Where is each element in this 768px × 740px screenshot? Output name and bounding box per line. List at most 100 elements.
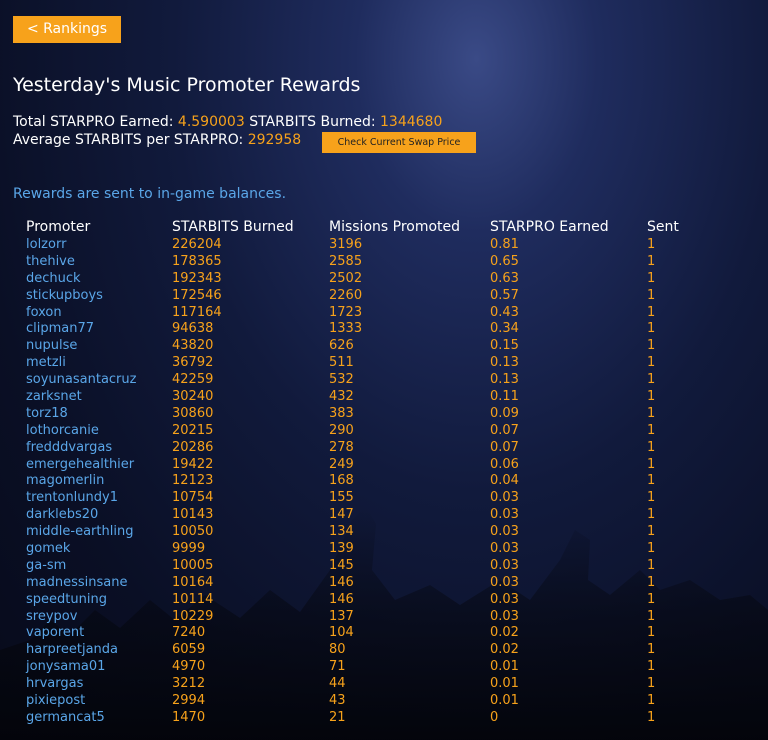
promoter-name[interactable]: vaporent (26, 625, 84, 642)
sent-cell: 1 (647, 422, 656, 438)
column-header-missions-promoted: Missions Promoted (329, 219, 461, 235)
table-row: foxon 117164 1723 0.43 1 (0, 305, 768, 322)
starbits-burned-cell: 10005 (172, 557, 214, 573)
promoter-name[interactable]: torz18 (26, 406, 68, 423)
promoter-name[interactable]: middle-earthling (26, 524, 133, 541)
sent-cell: 1 (647, 693, 656, 709)
missions-promoted-cell: 71 (329, 659, 346, 675)
table-row: pixiepost 2994 43 0.01 1 (0, 693, 768, 710)
promoter-name[interactable]: fredddvargas (26, 440, 112, 457)
sent-cell: 1 (647, 237, 656, 252)
table-row: darklebs20 10143 147 0.03 1 (0, 507, 768, 524)
promoter-name[interactable]: pixiepost (26, 693, 85, 710)
table-row: hrvargas 3212 44 0.01 1 (0, 676, 768, 693)
sent-cell: 1 (647, 557, 656, 573)
average-starbits-label: Average STARBITS per STARPRO: (13, 132, 244, 148)
starpro-earned-cell: 0.09 (490, 405, 519, 421)
table-row: lolzorr 226204 3196 0.81 1 (0, 237, 768, 254)
missions-promoted-cell: 2502 (329, 270, 363, 286)
starbits-burned-cell: 1470 (172, 709, 206, 725)
table-row: speedtuning 10114 146 0.03 1 (0, 592, 768, 609)
sent-cell: 1 (647, 676, 656, 692)
table-row: gomek 9999 139 0.03 1 (0, 541, 768, 558)
sent-cell: 1 (647, 405, 656, 421)
table-row: clipman77 94638 1333 0.34 1 (0, 321, 768, 338)
starbits-burned-cell: 3212 (172, 676, 206, 692)
promoter-name[interactable]: harpreetjanda (26, 642, 118, 659)
sent-cell: 1 (647, 473, 656, 489)
missions-promoted-cell: 290 (329, 422, 354, 438)
promoter-name[interactable]: trentonlundy1 (26, 490, 118, 507)
column-header-sent: Sent (647, 219, 679, 235)
promoter-name[interactable]: soyunasantacruz (26, 372, 136, 389)
promoter-name[interactable]: speedtuning (26, 592, 107, 609)
starpro-earned-cell: 0.81 (490, 237, 519, 252)
promoter-name[interactable]: hrvargas (26, 676, 83, 693)
promoter-name[interactable]: magomerlin (26, 473, 104, 490)
starpro-earned-cell: 0.57 (490, 287, 519, 303)
starpro-earned-cell: 0.06 (490, 456, 519, 472)
starpro-earned-cell: 0.02 (490, 642, 519, 658)
sent-cell: 1 (647, 659, 656, 675)
promoter-name[interactable]: nupulse (26, 338, 77, 355)
missions-promoted-cell: 104 (329, 625, 354, 641)
promoter-name[interactable]: emergehealthier (26, 457, 134, 474)
starbits-burned-cell: 4970 (172, 659, 206, 675)
starpro-earned-cell: 0.65 (490, 253, 519, 269)
starpro-earned-cell: 0.01 (490, 676, 519, 692)
missions-promoted-cell: 3196 (329, 237, 363, 252)
starbits-burned-value: 1344680 (380, 114, 443, 130)
total-starpro-value: 4.590003 (177, 114, 245, 130)
promoter-name[interactable]: stickupboys (26, 288, 103, 305)
promoter-name[interactable]: zarksnet (26, 389, 82, 406)
table-row: germancat5 1470 21 0 1 (0, 710, 768, 727)
sent-cell: 1 (647, 490, 656, 506)
sent-cell: 1 (647, 287, 656, 303)
starbits-burned-cell: 20215 (172, 422, 214, 438)
promoter-name[interactable]: clipman77 (26, 321, 94, 338)
starbits-burned-cell: 43820 (172, 338, 214, 354)
promoter-name[interactable]: madnessinsane (26, 575, 128, 592)
promoter-name[interactable]: foxon (26, 305, 62, 322)
rewards-table-body: lolzorr 226204 3196 0.81 1 thehive 178365 2585 0… (0, 237, 768, 727)
starpro-earned-cell: 0.07 (490, 422, 519, 438)
starbits-burned-cell: 36792 (172, 355, 214, 371)
missions-promoted-cell: 168 (329, 473, 354, 489)
starbits-burned-cell: 172546 (172, 287, 222, 303)
missions-promoted-cell: 511 (329, 355, 354, 371)
starpro-earned-cell: 0.43 (490, 304, 519, 320)
column-header-starpro-earned: STARPRO Earned (490, 219, 609, 235)
sent-cell: 1 (647, 524, 656, 540)
promoter-name[interactable]: gomek (26, 541, 70, 558)
promoter-name[interactable]: ga-sm (26, 558, 66, 575)
promoter-name[interactable]: germancat5 (26, 710, 105, 727)
page-title: Yesterday's Music Promoter Rewards (13, 74, 361, 96)
check-swap-price-button[interactable]: Check Current Swap Price (322, 132, 476, 153)
promoter-name[interactable]: metzli (26, 355, 66, 372)
sent-cell: 1 (647, 591, 656, 607)
table-row: lothorcanie 20215 290 0.07 1 (0, 423, 768, 440)
sent-cell: 1 (647, 253, 656, 269)
table-row: harpreetjanda 6059 80 0.02 1 (0, 642, 768, 659)
back-to-rankings-button[interactable]: < Rankings (13, 16, 121, 43)
starbits-burned-cell: 10229 (172, 608, 214, 624)
promoter-name[interactable]: lolzorr (26, 237, 66, 254)
promoter-name[interactable]: lothorcanie (26, 423, 99, 440)
starpro-earned-cell: 0.11 (490, 389, 519, 405)
promoter-name[interactable]: sreypov (26, 609, 77, 626)
starpro-earned-cell: 0.04 (490, 473, 519, 489)
starpro-earned-cell: 0.15 (490, 338, 519, 354)
missions-promoted-cell: 383 (329, 405, 354, 421)
missions-promoted-cell: 134 (329, 524, 354, 540)
starpro-earned-cell: 0.03 (490, 507, 519, 523)
promoter-name[interactable]: dechuck (26, 271, 81, 288)
starpro-earned-cell: 0.34 (490, 321, 519, 337)
promoter-name[interactable]: thehive (26, 254, 75, 271)
table-row: madnessinsane 10164 146 0.03 1 (0, 575, 768, 592)
starbits-burned-cell: 9999 (172, 541, 206, 557)
promoter-name[interactable]: darklebs20 (26, 507, 98, 524)
promoter-name[interactable]: jonysama01 (26, 659, 105, 676)
missions-promoted-cell: 146 (329, 591, 354, 607)
starbits-burned-cell: 19422 (172, 456, 214, 472)
starbits-burned-cell: 10143 (172, 507, 214, 523)
